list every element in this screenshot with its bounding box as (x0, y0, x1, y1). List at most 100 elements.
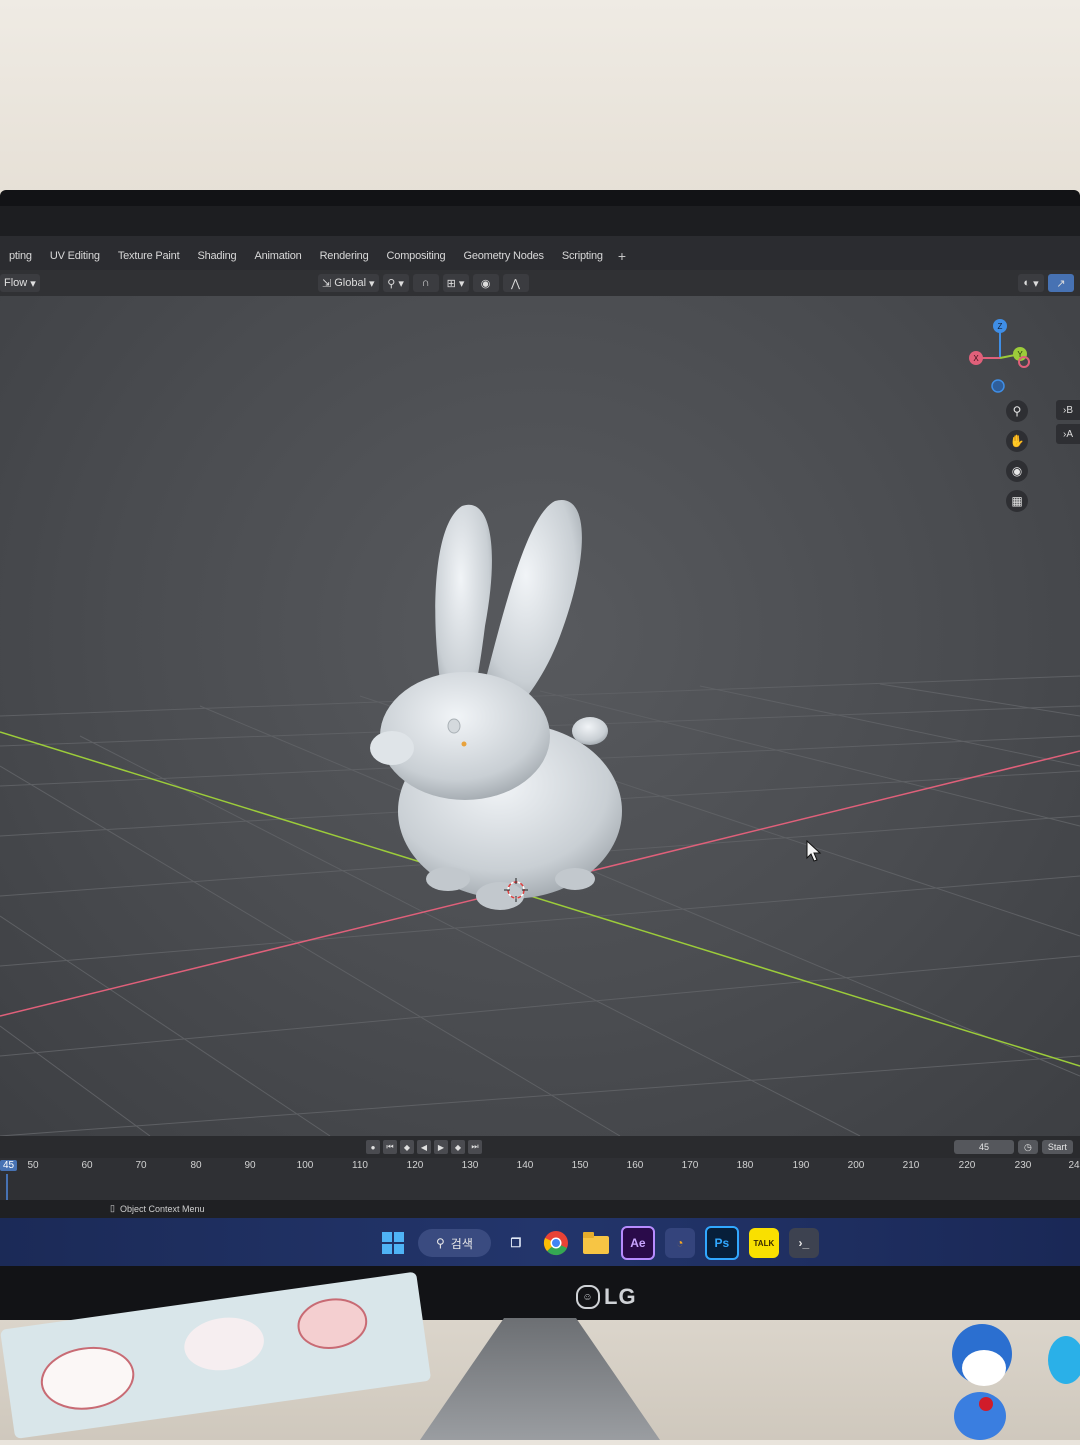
chevron-down-icon: ▾ (398, 277, 404, 290)
falloff-curve-icon: ⋀ (511, 277, 521, 290)
tab-rendering[interactable]: Rendering (311, 250, 378, 262)
next-keyframe-icon[interactable]: ◆ (451, 1140, 465, 1154)
add-workspace-button[interactable]: + (612, 248, 632, 264)
prev-keyframe-icon[interactable]: ◆ (400, 1140, 414, 1154)
3d-viewport[interactable]: Z X Y ⚲ ✋ ◉ ▦ › B › A (0, 296, 1080, 1136)
clock-icon[interactable]: ◷ (1018, 1140, 1038, 1154)
tick-label: 130 (461, 1160, 479, 1171)
snap-toggle-button[interactable]: ∩ (412, 274, 439, 292)
windows-start-icon[interactable] (378, 1228, 408, 1258)
bunny-snout (370, 731, 414, 765)
play-icon[interactable]: ▶ (434, 1140, 448, 1154)
tab-geometry-nodes[interactable]: Geometry Nodes (454, 250, 552, 262)
tick-label: 140 (516, 1160, 534, 1171)
jump-end-icon[interactable]: ⏭ (468, 1140, 482, 1154)
toy-figure (946, 1320, 1080, 1440)
gizmo-toggle-button[interactable]: ↗ (1048, 274, 1074, 292)
tick-label: 170 (681, 1160, 699, 1171)
title-bar (0, 206, 1080, 236)
chevron-down-icon: ▾ (30, 277, 36, 290)
pivot-icon: ⚲ (387, 277, 396, 290)
bunny-model[interactable] (350, 486, 650, 926)
camera-icon[interactable]: ◉ (1006, 460, 1028, 482)
terminal-icon[interactable]: ›_ (788, 1228, 819, 1258)
task-view-icon[interactable]: ❐ (501, 1228, 531, 1258)
gizmo-x-label: X (973, 354, 979, 363)
snap-target-button[interactable]: ⊞ ▾ (442, 274, 469, 292)
status-context-menu-label: Object Context Menu (119, 1203, 205, 1214)
eye-icon: ◐ (1023, 277, 1031, 289)
tick-label: 220 (958, 1160, 976, 1171)
blender-icon[interactable]: ◔ (664, 1228, 695, 1258)
sidebar-tab-a-label: A (1066, 428, 1073, 440)
tab-shading[interactable]: Shading (188, 250, 245, 262)
lg-logo-icon: ☺ (576, 1285, 600, 1309)
chevron-down-icon: ▾ (1033, 277, 1039, 290)
brand-label: LG (604, 1284, 637, 1309)
magnet-icon: ∩ (421, 277, 430, 289)
falloff-button[interactable]: ⋀ (502, 274, 529, 292)
tick-label: 110 (352, 1160, 368, 1171)
orientation-dropdown[interactable]: ⇲ Global ▾ (318, 274, 379, 292)
photoshop-icon[interactable]: Ps (704, 1226, 739, 1260)
tab-compositing[interactable]: Compositing (378, 250, 455, 262)
navigation-gizmo[interactable]: Z X Y (960, 316, 1040, 396)
tick-label: 200 (847, 1160, 865, 1171)
tick-label: 60 (81, 1160, 93, 1171)
proportional-edit-button[interactable]: ◉ (472, 274, 499, 292)
bunny-foot (555, 868, 595, 890)
sidebar-tab-b-label: B (1066, 404, 1073, 416)
mode-dropdown[interactable]: Flow ▾ (0, 274, 40, 292)
transform-tools: ⇲ Global ▾ ⚲ ▾ ∩ ⊞ ▾ ◉ ⋀ (318, 274, 529, 292)
3d-cursor-icon[interactable] (504, 878, 528, 902)
status-context-menu: ▯ Object Context Menu (110, 1203, 205, 1214)
kakaotalk-icon[interactable]: TALK (748, 1228, 779, 1258)
grid-icon[interactable]: ▦ (1006, 490, 1028, 512)
current-frame-indicator[interactable]: 45 (0, 1160, 18, 1171)
viewport-header: Flow ▾ ⇲ Global ▾ ⚲ ▾ ∩ ⊞ ▾ ◉ ⋀ ◐ ▾ ↗ (0, 270, 1080, 296)
zoom-icon[interactable]: ⚲ (1006, 400, 1028, 422)
tick-label: 230 (1014, 1160, 1032, 1171)
bunny-tail (572, 717, 608, 745)
blender-screen: pting UV Editing Texture Paint Shading A… (0, 206, 1080, 1266)
mouse-right-click-icon: ▯ (110, 1203, 115, 1213)
taskbar-search[interactable]: ⚲ 검색 (418, 1229, 491, 1257)
tab-scripting[interactable]: Scripting (553, 250, 612, 262)
sidebar-tab-b[interactable]: › B (1056, 400, 1080, 420)
tick-label: 180 (736, 1160, 754, 1171)
snap-increment-icon: ⊞ (446, 277, 456, 290)
tab-texture-paint[interactable]: Texture Paint (109, 250, 189, 262)
pivot-point-button[interactable]: ⚲ ▾ (382, 274, 409, 292)
tick-label: 80 (190, 1160, 202, 1171)
sidebar-tabs: › B › A (1056, 400, 1080, 448)
tab-uv-editing[interactable]: UV Editing (41, 250, 109, 262)
frame-ruler[interactable]: 45 50 60 70 80 90 100 110 120 130 140 15… (0, 1158, 1080, 1204)
file-explorer-icon[interactable] (581, 1228, 611, 1258)
keyframe-record-button[interactable]: ● (366, 1140, 380, 1154)
sidebar-tab-a[interactable]: › A (1056, 424, 1080, 444)
tick-label: 50 (27, 1160, 39, 1171)
play-reverse-icon[interactable]: ◀ (417, 1140, 431, 1154)
chevron-down-icon: ▾ (458, 277, 465, 290)
visibility-button[interactable]: ◐ ▾ (1018, 274, 1044, 292)
current-frame-field[interactable]: 45 (954, 1140, 1014, 1154)
taskbar-search-label: 검색 (450, 1236, 473, 1251)
frame-range-controls: 45 ◷ Start (954, 1140, 1073, 1154)
playhead[interactable] (6, 1174, 8, 1202)
orientation-label: Global (334, 277, 367, 289)
jump-start-icon[interactable]: ⏮ (383, 1140, 397, 1154)
proportional-icon: ◉ (480, 277, 491, 290)
start-frame-field[interactable]: Start (1041, 1140, 1073, 1154)
pan-hand-icon[interactable]: ✋ (1006, 430, 1028, 452)
tick-label: 24 (1068, 1160, 1080, 1171)
gizmo-z-label: Z (998, 322, 1003, 331)
viewport-overlays-group: ◐ ▾ ↗ (1018, 274, 1074, 292)
mode-label: Flow (4, 277, 28, 289)
gizmo-icon: ↗ (1056, 277, 1066, 290)
windows-taskbar: ⚲ 검색 ❐ Ae ◔ Ps TALK ›_ (0, 1218, 1080, 1266)
tab-animation[interactable]: Animation (245, 250, 310, 262)
chrome-icon[interactable] (541, 1228, 571, 1258)
tab-sculpting[interactable]: pting (0, 250, 41, 262)
after-effects-icon[interactable]: Ae (620, 1226, 655, 1260)
tick-label: 90 (244, 1160, 256, 1171)
